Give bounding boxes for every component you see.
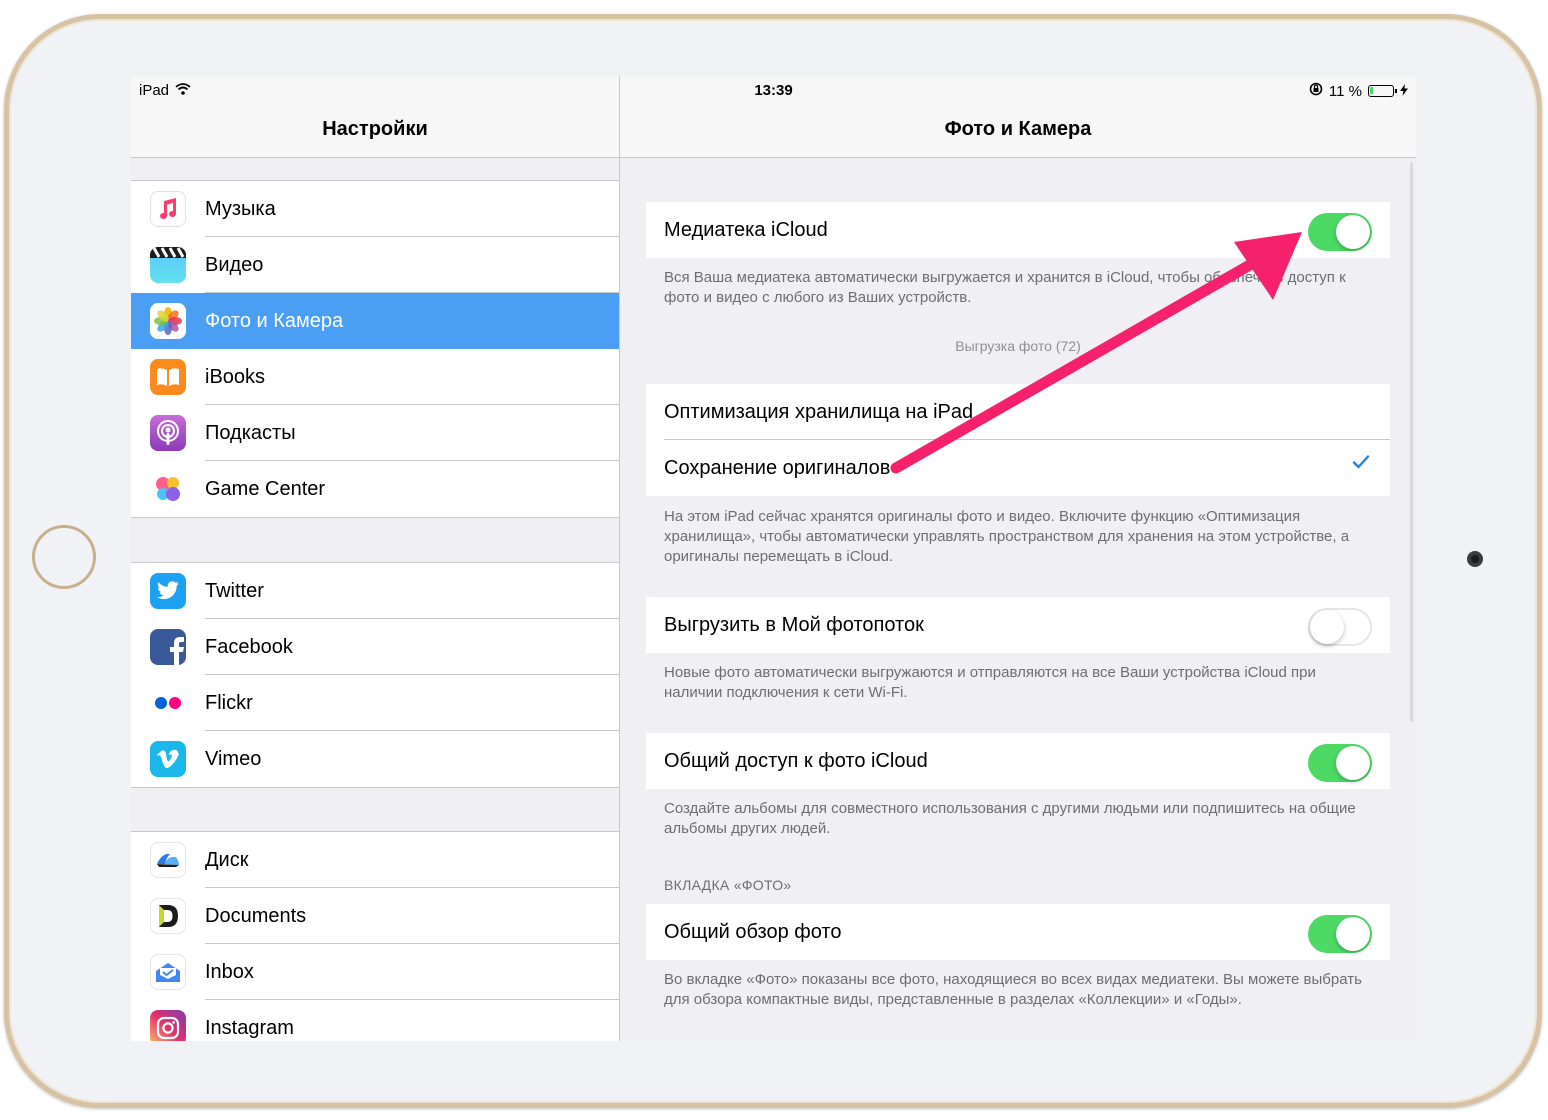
sidebar-item-ibooks[interactable]: iBooks xyxy=(131,349,619,405)
icloud-library-group: Медиатека iCloud xyxy=(646,202,1390,258)
photostream-toggle[interactable] xyxy=(1308,608,1372,646)
sidebar-item-label: Музыка xyxy=(205,197,276,220)
sidebar-item-label: Facebook xyxy=(205,635,293,658)
photos-icon xyxy=(150,303,186,339)
facebook-icon xyxy=(150,629,186,665)
battery-percent: 11 % xyxy=(1328,82,1362,100)
flickr-icon xyxy=(150,685,186,721)
sidebar-item-label: iBooks xyxy=(205,365,266,388)
summarize-footer: Во вкладке «Фото» показаны все фото, нах… xyxy=(664,971,1362,1008)
instagram-icon xyxy=(150,1010,186,1041)
sidebar-item-vimeo[interactable]: Vimeo xyxy=(131,731,619,787)
disk-icon xyxy=(150,842,186,878)
sidebar-item-documents[interactable]: Documents xyxy=(131,888,619,944)
summarize-photos-group: Общий обзор фото xyxy=(646,904,1390,960)
photostream-footer: Новые фото автоматически выгружаются и о… xyxy=(664,664,1316,701)
sidebar-item-instagram[interactable]: Instagram xyxy=(131,1000,619,1041)
status-time: 13:39 xyxy=(754,82,793,99)
photos-camera-detail-pane: Фото и Камера Медиатека iCloud Вся Ваша … xyxy=(620,76,1416,1041)
documents-icon xyxy=(150,898,186,934)
master-title: Настройки xyxy=(322,118,428,140)
keep-originals-label: Сохранение оригиналов xyxy=(664,456,891,479)
scroll-indicator[interactable] xyxy=(1410,162,1413,722)
sidebar-item-label: Vimeo xyxy=(205,747,262,770)
charging-icon xyxy=(1400,83,1408,100)
sidebar-item-facebook[interactable]: Facebook xyxy=(131,619,619,675)
icloud-sharing-label: Общий доступ к фото iCloud xyxy=(664,749,928,772)
storage-footer: На этом iPad сейчас хранятся оригиналы ф… xyxy=(664,508,1350,565)
sidebar-item-label: Inbox xyxy=(205,960,254,983)
sidebar-item-label: Twitter xyxy=(205,579,264,602)
sidebar-item-label: Диск xyxy=(205,848,249,871)
twitter-icon xyxy=(150,573,186,609)
summarize-photos-label: Общий обзор фото xyxy=(664,920,842,943)
sidebar-item-label: Подкасты xyxy=(205,421,296,444)
sidebar-item-game-center[interactable]: Game Center xyxy=(131,461,619,517)
storage-options-group: Оптимизация хранилища на iPad Сохранение… xyxy=(646,384,1390,496)
settings-group-media: Музыка Видео Фото и Камера iBooks Подкас… xyxy=(131,180,619,518)
icloud-library-footer: Вся Ваша медиатека автоматически выгружа… xyxy=(664,269,1346,306)
vimeo-icon xyxy=(150,741,186,777)
upload-status: Выгрузка фото (72) xyxy=(955,338,1081,354)
battery-icon xyxy=(1368,85,1397,97)
sidebar-item-podcasts[interactable]: Подкасты xyxy=(131,405,619,461)
sidebar-item-photos-camera[interactable]: Фото и Камера xyxy=(131,293,619,349)
game-center-icon xyxy=(150,471,186,507)
front-camera xyxy=(1467,551,1483,567)
settings-master-pane: Настройки Музыка Видео Фото и Камера iBo… xyxy=(131,76,619,1041)
video-icon xyxy=(150,247,186,283)
sidebar-item-label: Documents xyxy=(205,904,307,927)
sidebar-item-label: Видео xyxy=(205,253,264,276)
icloud-library-label: Медиатека iCloud xyxy=(664,218,828,241)
checkmark-icon xyxy=(1352,454,1370,475)
inbox-icon xyxy=(150,954,186,990)
podcasts-icon xyxy=(150,415,186,451)
keep-originals-row[interactable]: Сохранение оригиналов xyxy=(646,440,1390,496)
photos-tab-header: ВКЛАДКА «ФОТО» xyxy=(664,877,792,893)
status-bar: iPad 13:39 11 % xyxy=(131,76,1416,104)
sidebar-item-label: Game Center xyxy=(205,477,326,500)
home-button[interactable] xyxy=(32,525,96,589)
sidebar-item-disk[interactable]: Диск xyxy=(131,832,619,888)
photostream-row: Выгрузить в Мой фотопоток xyxy=(646,597,1390,653)
icloud-library-toggle[interactable] xyxy=(1308,213,1372,251)
icloud-library-row: Медиатека iCloud xyxy=(646,202,1390,258)
sidebar-item-label: Фото и Камера xyxy=(205,309,344,332)
icloud-sharing-toggle[interactable] xyxy=(1308,744,1372,782)
ibooks-icon xyxy=(150,359,186,395)
summarize-photos-row: Общий обзор фото xyxy=(646,904,1390,960)
icloud-sharing-row: Общий доступ к фото iCloud xyxy=(646,733,1390,789)
optimize-storage-row[interactable]: Оптимизация хранилища на iPad xyxy=(646,384,1390,440)
orientation-lock-icon xyxy=(1309,82,1323,100)
sidebar-item-label: Instagram xyxy=(205,1016,294,1039)
sidebar-item-inbox[interactable]: Inbox xyxy=(131,944,619,1000)
optimize-storage-label: Оптимизация хранилища на iPad xyxy=(664,400,974,423)
sidebar-item-label: Flickr xyxy=(205,691,253,714)
sidebar-item-flickr[interactable]: Flickr xyxy=(131,675,619,731)
music-icon xyxy=(150,191,186,227)
sidebar-item-video[interactable]: Видео xyxy=(131,237,619,293)
summarize-photos-toggle[interactable] xyxy=(1308,915,1372,953)
photostream-group: Выгрузить в Мой фотопоток xyxy=(646,597,1390,653)
ipad-screen: Настройки Музыка Видео Фото и Камера iBo… xyxy=(131,76,1416,1041)
settings-group-apps: Диск Documents Inbox Instagram xyxy=(131,831,619,1041)
sidebar-item-twitter[interactable]: Twitter xyxy=(131,563,619,619)
icloud-sharing-group: Общий доступ к фото iCloud xyxy=(646,733,1390,789)
icloud-sharing-footer: Создайте альбомы для совместного использ… xyxy=(664,800,1356,837)
sidebar-item-music[interactable]: Музыка xyxy=(131,181,619,237)
detail-title: Фото и Камера xyxy=(944,118,1092,140)
photostream-label: Выгрузить в Мой фотопоток xyxy=(664,613,924,636)
settings-group-social: Twitter Facebook Flickr Vimeo xyxy=(131,562,619,788)
